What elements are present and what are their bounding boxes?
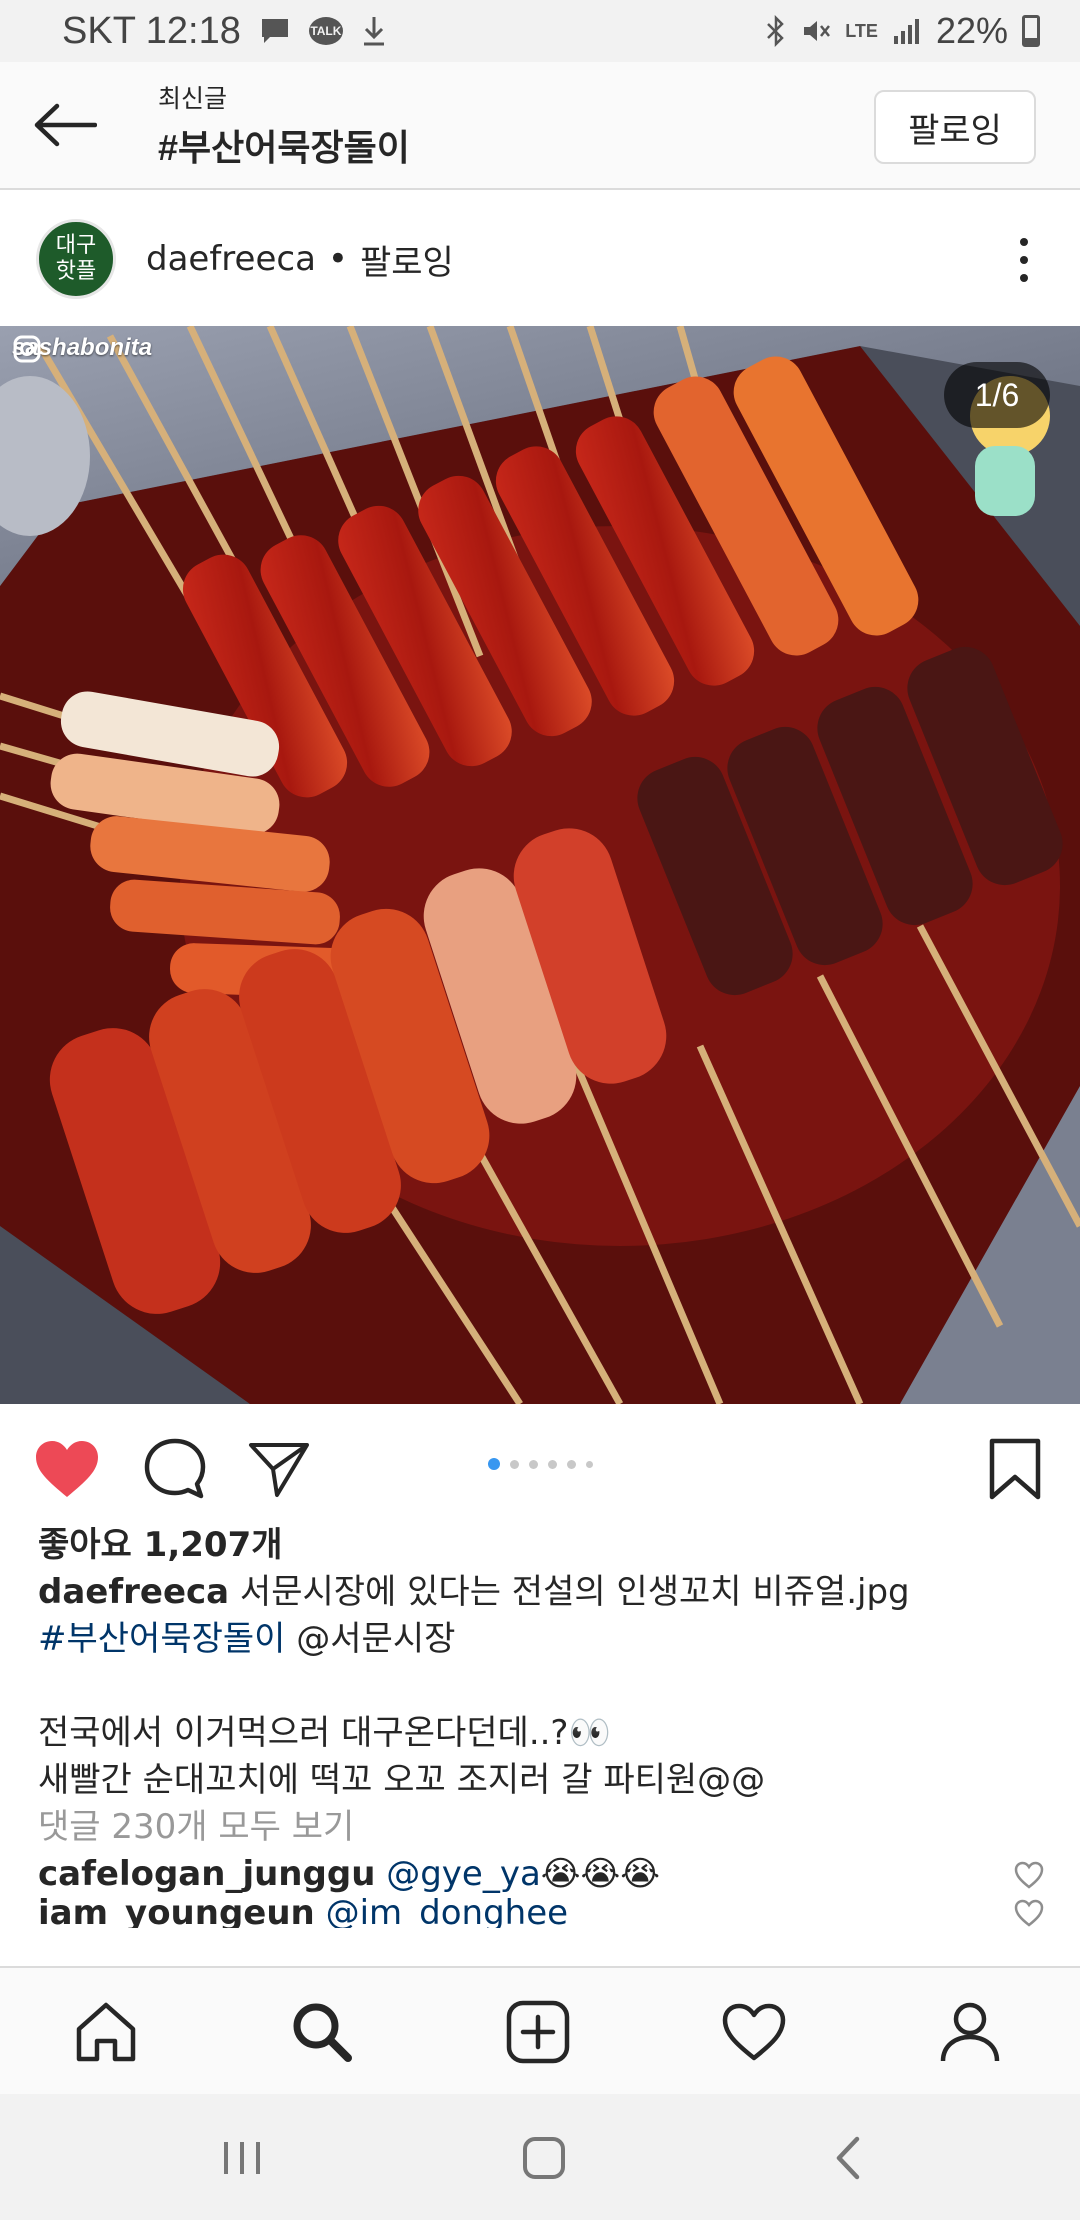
post-image[interactable]: sashabonita 1/6 — [0, 326, 1080, 1404]
comment-like-icon[interactable] — [1014, 1861, 1044, 1889]
post-caption: 좋아요 1,207개 daefreeca 서문시장에 있다는 전설의 인생꼬치 … — [38, 1522, 1048, 1928]
follow-hashtag-button[interactable]: 팔로잉 — [874, 90, 1036, 164]
mute-icon — [801, 16, 831, 46]
comment-item: iam_youngeun @im_donghee — [38, 1898, 1048, 1928]
like-button[interactable] — [32, 1434, 102, 1504]
nav-activity[interactable] — [712, 1990, 796, 2074]
bookmark-icon — [989, 1438, 1041, 1500]
carousel-dot — [548, 1459, 557, 1469]
image-watermark: sashabonita — [12, 334, 152, 363]
comment-like-icon[interactable] — [1014, 1899, 1044, 1927]
comment-text: 😭😭😭 — [540, 1854, 660, 1894]
carousel-dot — [510, 1459, 519, 1469]
caption-line-3: 전국에서 이거먹으러 대구온다던데..?👀 — [38, 1713, 611, 1753]
caption-line-4: 새빨간 순대꼬치에 떡꼬 오꼬 조지러 갈 파티원@@ — [38, 1760, 766, 1800]
comment-mention[interactable]: @gye_ya — [386, 1851, 541, 1898]
system-navigation-bar — [0, 2094, 1080, 2220]
recent-apps-button[interactable] — [212, 2128, 272, 2188]
nav-search[interactable] — [280, 1990, 364, 2074]
caption-line-2: #부산어묵장돌이 @서문시장 — [38, 1616, 1048, 1663]
network-label: LTE — [845, 20, 878, 41]
instagram-logo-icon — [13, 335, 41, 363]
top-bar: 최신글 #부산어묵장돌이 팔로잉 — [0, 62, 1080, 190]
heart-filled-icon — [36, 1441, 98, 1497]
avatar[interactable]: 대구 핫플 — [36, 219, 116, 299]
recent-apps-icon — [224, 2142, 260, 2174]
carousel-dot — [567, 1459, 576, 1469]
bluetooth-icon — [765, 15, 787, 47]
carousel-dot — [529, 1459, 538, 1469]
avatar-text-bottom: 핫플 — [55, 259, 97, 284]
page-title: #부산어묵장돌이 — [158, 127, 410, 168]
comment-username[interactable]: cafelogan_junggu — [38, 1851, 375, 1898]
home-icon — [76, 2002, 136, 2062]
home-square-icon — [523, 2137, 565, 2179]
comment-bubble-icon — [144, 1438, 206, 1499]
more-options-icon[interactable] — [1004, 232, 1044, 288]
caption-username[interactable]: daefreeca — [38, 1572, 229, 1612]
status-bar: SKT 12:18 TALK LTE 22% — [0, 0, 1080, 62]
paper-plane-icon — [249, 1443, 309, 1497]
caption-hashtag[interactable]: #부산어묵장돌이 — [38, 1619, 285, 1659]
caption-mention[interactable]: @서문시장 — [285, 1619, 455, 1659]
image-counter: 1/6 — [944, 362, 1050, 428]
caption-line-1: daefreeca 서문시장에 있다는 전설의 인생꼬치 비쥬얼.jpg — [38, 1569, 1048, 1616]
nav-home[interactable] — [64, 1990, 148, 2074]
post-header: 대구 핫플 daefreeca • 팔로잉 — [0, 192, 1080, 326]
save-button[interactable] — [980, 1434, 1050, 1504]
carousel-dot — [586, 1460, 593, 1468]
talk-icon: TALK — [308, 17, 343, 45]
carrier-time: SKT 12:18 — [62, 9, 241, 52]
activity-heart-icon — [722, 2003, 786, 2061]
download-icon — [361, 15, 387, 47]
chevron-left-icon — [836, 2136, 860, 2180]
add-post-icon — [506, 2000, 570, 2064]
comment-username[interactable]: iam_youngeun — [38, 1898, 315, 1928]
carousel-indicator — [488, 1458, 593, 1470]
back-system-button[interactable] — [818, 2128, 878, 2188]
food-skewers-illustration — [0, 326, 1080, 1404]
post-user-line: daefreeca • 팔로잉 — [146, 235, 454, 284]
profile-icon — [940, 2002, 1000, 2062]
back-button[interactable] — [0, 61, 130, 189]
separator: • — [327, 239, 348, 279]
post-username[interactable]: daefreeca — [146, 239, 316, 279]
comment-item: cafelogan_junggu @gye_ya 😭😭😭 — [38, 1851, 1048, 1898]
likes-count[interactable]: 좋아요 1,207개 — [38, 1522, 1048, 1569]
page-subtitle: 최신글 — [158, 85, 228, 113]
home-system-button[interactable] — [514, 2128, 574, 2188]
message-icon — [259, 16, 291, 46]
comment-button[interactable] — [140, 1434, 210, 1504]
battery-percent: 22% — [935, 10, 1008, 51]
carousel-dot-active — [488, 1458, 500, 1470]
arrow-left-icon — [34, 103, 97, 147]
bottom-navigation — [0, 1966, 1080, 2094]
nav-new-post[interactable] — [496, 1990, 580, 2074]
share-button[interactable] — [244, 1434, 314, 1504]
view-all-comments-link[interactable]: 댓글 230개 모두 보기 — [38, 1804, 1048, 1851]
signal-icon — [892, 16, 922, 46]
search-icon — [293, 2003, 352, 2062]
title-block: 최신글 #부산어묵장돌이 — [158, 79, 410, 171]
follow-status[interactable]: 팔로잉 — [360, 235, 454, 284]
comment-mention[interactable]: @im_donghee — [326, 1898, 568, 1928]
avatar-text-top: 대구 — [55, 233, 97, 258]
caption-text: 서문시장에 있다는 전설의 인생꼬치 비쥬얼.jpg — [229, 1572, 910, 1612]
nav-profile[interactable] — [928, 1990, 1012, 2074]
battery-icon — [1022, 15, 1040, 47]
